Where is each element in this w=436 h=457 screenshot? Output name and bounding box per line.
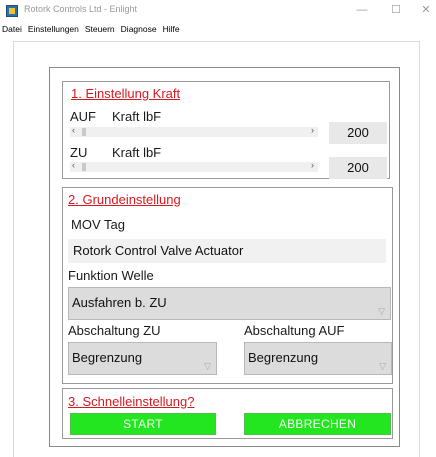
quick-setup-group: 3. Schnelleinstellung? START ABBRECHEN <box>62 388 393 439</box>
function-dropdown[interactable]: Ausfahren b. ZU ▽ <box>68 287 391 320</box>
chevron-down-icon: ▽ <box>204 361 211 371</box>
shutoff-open-label: Abschaltung AUF <box>244 323 345 338</box>
shutoff-open-value: Begrenzung <box>248 350 319 365</box>
menu-hilfe[interactable]: Hilfe <box>161 24 184 34</box>
close-force-scrollbar[interactable]: ‹ › <box>70 160 318 172</box>
force-settings-group: 1. Einstellung Kraft AUF Kraft lbF ‹ › 2… <box>62 81 390 179</box>
start-button[interactable]: START <box>70 413 216 435</box>
function-label: Funktion Welle <box>68 268 154 283</box>
scroll-thumb[interactable] <box>82 128 86 136</box>
window-title: Rotork Controls Ltd - Enlight <box>24 4 138 14</box>
mov-tag-label: MOV Tag <box>71 217 125 232</box>
open-force-value: 200 <box>329 122 387 144</box>
quick-setup-title: 3. Schnelleinstellung? <box>68 394 195 409</box>
open-force-scrollbar[interactable]: ‹ › <box>70 125 318 137</box>
settings-panel: 1. Einstellung Kraft AUF Kraft lbF ‹ › 2… <box>49 67 400 447</box>
cancel-button[interactable]: ABBRECHEN <box>244 413 391 435</box>
basic-settings-title: 2. Grundeinstellung <box>68 192 181 207</box>
menu-steuern[interactable]: Steuern <box>83 24 119 34</box>
scroll-right-icon[interactable]: › <box>311 160 314 170</box>
minimize-button[interactable]: — <box>352 2 372 18</box>
open-label: AUF <box>70 109 96 124</box>
shutoff-close-dropdown[interactable]: Begrenzung ▽ <box>68 342 217 375</box>
basic-settings-group: 2. Grundeinstellung MOV Tag Rotork Contr… <box>62 187 393 384</box>
scroll-left-icon[interactable]: ‹ <box>72 125 75 135</box>
chevron-down-icon: ▽ <box>378 306 385 316</box>
title-bar: Rotork Controls Ltd - Enlight — ☐ ✕ <box>0 0 436 22</box>
close-button[interactable]: ✕ <box>416 2 436 18</box>
app-icon <box>6 5 18 17</box>
shutoff-close-label: Abschaltung ZU <box>68 323 161 338</box>
menu-datei[interactable]: Datei <box>0 24 26 34</box>
shutoff-open-dropdown[interactable]: Begrenzung ▽ <box>244 342 392 375</box>
force-settings-title: 1. Einstellung Kraft <box>71 86 181 101</box>
shutoff-close-value: Begrenzung <box>72 350 143 365</box>
scroll-right-icon[interactable]: › <box>311 125 314 135</box>
scroll-left-icon[interactable]: ‹ <box>72 160 75 170</box>
close-unit-label: Kraft lbF <box>112 145 162 160</box>
scroll-thumb[interactable] <box>82 163 86 171</box>
menu-diagnose[interactable]: Diagnose <box>119 24 161 34</box>
maximize-button[interactable]: ☐ <box>386 2 406 18</box>
function-dropdown-value: Ausfahren b. ZU <box>72 295 167 310</box>
chevron-down-icon: ▽ <box>379 361 386 371</box>
close-force-value: 200 <box>329 157 387 179</box>
menu-bar: Datei Einstellungen Steuern Diagnose Hilfe <box>0 24 184 38</box>
mov-tag-field[interactable]: Rotork Control Valve Actuator <box>68 239 386 263</box>
menu-einstellungen[interactable]: Einstellungen <box>26 24 83 34</box>
open-unit-label: Kraft lbF <box>112 109 162 124</box>
close-label: ZU <box>70 145 88 160</box>
